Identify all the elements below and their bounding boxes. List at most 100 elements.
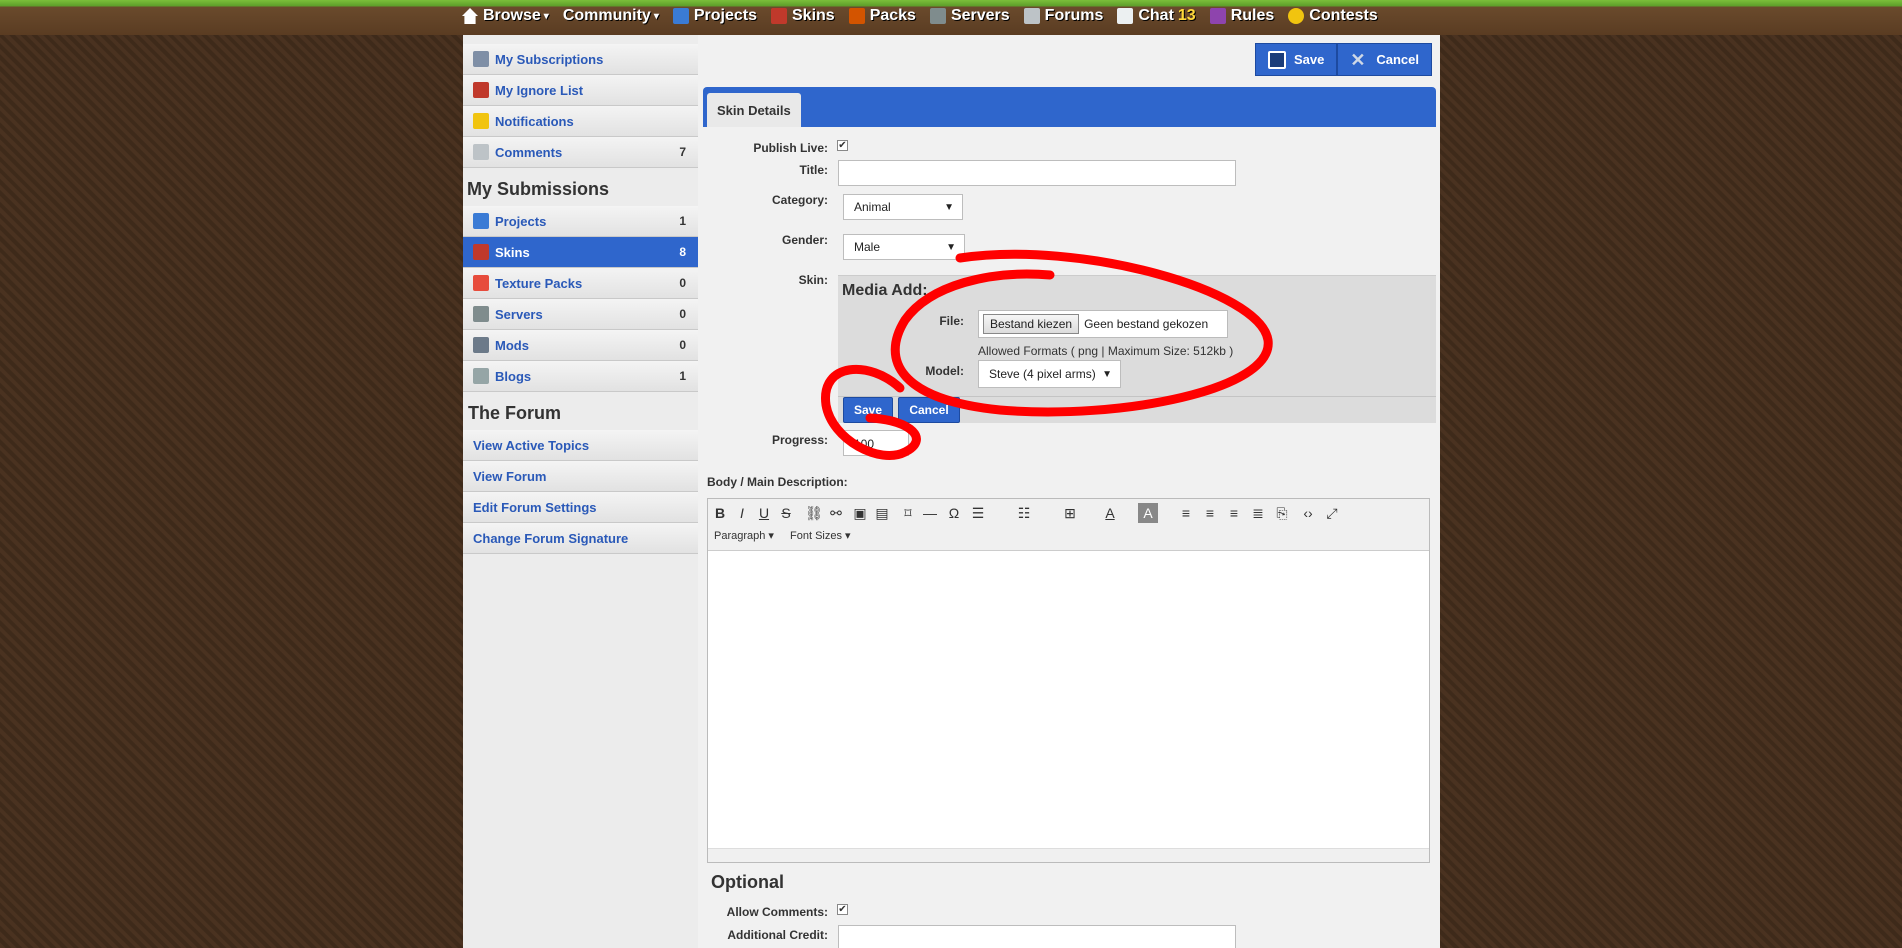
media-cancel-button[interactable]: Cancel — [898, 397, 960, 423]
nav-packs[interactable]: Packs — [848, 7, 916, 25]
table-icon[interactable]: ⊞ — [1060, 503, 1080, 523]
sidebar-item-comments[interactable]: Comments 7 — [463, 137, 698, 168]
category-select[interactable]: Animal ▼ — [843, 194, 963, 220]
fullscreen-icon[interactable]: ⤢ — [1322, 503, 1342, 523]
source-code-icon[interactable]: ‹› — [1298, 503, 1318, 523]
publish-live-checkbox[interactable]: ✔ — [837, 140, 848, 151]
nav-rules[interactable]: Rules — [1209, 7, 1274, 25]
file-status: Geen bestand gekozen — [1084, 317, 1209, 331]
count-badge: 8 — [679, 245, 686, 259]
background-color-icon[interactable]: A — [1138, 503, 1158, 523]
nav-contests[interactable]: Contests — [1288, 7, 1378, 25]
count-badge: 0 — [679, 276, 686, 290]
sidebar-item-servers[interactable]: Servers 0 — [463, 299, 698, 330]
nav-projects[interactable]: Projects — [672, 7, 757, 25]
nav-community[interactable]: Community ▾ — [563, 7, 659, 25]
skins-icon — [473, 244, 489, 260]
sidebar-item-projects[interactable]: Projects 1 — [463, 206, 698, 237]
comment-icon — [473, 144, 489, 160]
justify-icon[interactable]: ≣ — [1248, 503, 1268, 523]
horizontal-rule-icon[interactable]: — — [920, 503, 940, 523]
skin-label: Skin: — [798, 273, 828, 287]
numbered-list-icon[interactable]: ☷ — [1014, 503, 1034, 523]
title-input[interactable] — [838, 160, 1236, 186]
sidebar-item-notifications[interactable]: Notifications — [463, 106, 698, 137]
font-sizes-dropdown[interactable]: Font Sizes ▾ — [790, 529, 851, 542]
cancel-button[interactable]: ✕ Cancel — [1337, 43, 1432, 76]
sidebar-item-blogs[interactable]: Blogs 1 — [463, 361, 698, 392]
additional-credit-input[interactable] — [838, 925, 1236, 948]
nav-chat[interactable]: Chat 13 — [1117, 7, 1196, 25]
media-save-button[interactable]: Save — [843, 397, 893, 423]
special-character-icon[interactable]: Ω — [944, 503, 964, 523]
model-label: Model: — [925, 364, 964, 378]
count-badge: 0 — [679, 307, 686, 321]
tab-skin-details[interactable]: Skin Details — [707, 93, 801, 127]
bold-icon[interactable]: B — [710, 503, 730, 523]
nav-servers[interactable]: Servers — [929, 7, 1010, 25]
italic-icon[interactable]: I — [732, 503, 752, 523]
progress-input[interactable]: 100 — [843, 430, 909, 456]
main-content: Save ✕ Cancel Skin Details Publish Live:… — [703, 35, 1440, 948]
forum-icon — [1023, 8, 1040, 24]
model-select[interactable]: Steve (4 pixel arms) ▼ — [978, 360, 1121, 388]
text-color-icon[interactable]: A — [1100, 503, 1120, 523]
editor-body[interactable] — [708, 551, 1429, 848]
underline-icon[interactable]: U — [754, 503, 774, 523]
align-right-icon[interactable]: ≡ — [1224, 503, 1244, 523]
bullet-list-icon[interactable]: ☰ — [968, 503, 988, 523]
gender-select[interactable]: Male ▼ — [843, 234, 965, 260]
sidebar-item-my-ignore-list[interactable]: My Ignore List — [463, 75, 698, 106]
page-container: My Subscriptions My Ignore List Notificati… — [463, 35, 1440, 948]
nav-browse[interactable]: Browse ▾ — [462, 7, 549, 25]
rules-icon — [1209, 8, 1226, 24]
projects-icon — [473, 213, 489, 229]
paste-icon[interactable]: ⎘ — [1272, 503, 1292, 523]
forum-heading: The Forum — [468, 403, 561, 423]
editor-toolbar: B I U S ⛓ ⚯ ▣ ▤ ⌑ — Ω ☰ ☷ ⊞ A A ≡ ≡ ≡ ≣ — [708, 499, 1429, 551]
nav-forums[interactable]: Forums — [1023, 7, 1103, 25]
notification-icon — [473, 113, 489, 129]
chevron-down-icon: ▼ — [1102, 368, 1112, 380]
chevron-down-icon: ▾ — [653, 10, 659, 22]
chevron-down-icon: ▾ — [543, 10, 549, 22]
optional-heading: Optional — [711, 872, 784, 892]
sidebar-item-view-active-topics[interactable]: View Active Topics — [463, 430, 698, 461]
bookmark-icon[interactable]: ⌑ — [898, 503, 918, 523]
sidebar: My Subscriptions My Ignore List Notificati… — [463, 35, 698, 948]
blogs-icon — [473, 368, 489, 384]
pack-icon — [848, 8, 865, 24]
image-icon[interactable]: ▣ — [850, 503, 870, 523]
allow-comments-checkbox[interactable]: ✔ — [837, 904, 848, 915]
sidebar-item-change-forum-signature[interactable]: Change Forum Signature — [463, 523, 698, 554]
tab-bar: Skin Details — [703, 87, 1436, 127]
media-icon[interactable]: ▤ — [872, 503, 892, 523]
sidebar-item-my-subscriptions[interactable]: My Subscriptions — [463, 44, 698, 75]
strikethrough-icon[interactable]: S — [776, 503, 796, 523]
sidebar-item-mods[interactable]: Mods 0 — [463, 330, 698, 361]
paragraph-dropdown[interactable]: Paragraph ▾ — [714, 529, 774, 542]
allow-comments-label: Allow Comments: — [726, 905, 828, 919]
file-label: File: — [939, 314, 964, 328]
sidebar-item-edit-forum-settings[interactable]: Edit Forum Settings — [463, 492, 698, 523]
align-center-icon[interactable]: ≡ — [1200, 503, 1220, 523]
save-button[interactable]: Save — [1254, 43, 1338, 76]
top-navigation: Browse ▾ Community ▾ Projects Skins Packs Serve… — [0, 0, 1902, 35]
sidebar-item-skins[interactable]: Skins 8 — [463, 237, 698, 268]
chevron-down-icon: ▼ — [944, 201, 954, 213]
category-label: Category: — [771, 193, 828, 207]
floppy-disk-icon — [1267, 50, 1286, 69]
editor-resize-handle[interactable] — [708, 848, 1429, 862]
sidebar-item-texture-packs[interactable]: Texture Packs 0 — [463, 268, 698, 299]
chat-icon — [1117, 8, 1134, 24]
rich-text-editor: B I U S ⛓ ⚯ ▣ ▤ ⌑ — Ω ☰ ☷ ⊞ A A ≡ ≡ ≡ ≣ — [707, 498, 1430, 863]
map-icon — [672, 8, 689, 24]
choose-file-button[interactable]: Bestand kiezen — [983, 314, 1080, 334]
body-description-label: Body / Main Description: — [707, 475, 848, 489]
unlink-icon[interactable]: ⚯ — [826, 503, 846, 523]
align-left-icon[interactable]: ≡ — [1176, 503, 1196, 523]
sidebar-item-view-forum[interactable]: View Forum — [463, 461, 698, 492]
file-input[interactable]: Bestand kiezen Geen bestand gekozen — [978, 310, 1228, 338]
nav-skins[interactable]: Skins — [771, 7, 835, 25]
link-icon[interactable]: ⛓ — [804, 503, 824, 523]
